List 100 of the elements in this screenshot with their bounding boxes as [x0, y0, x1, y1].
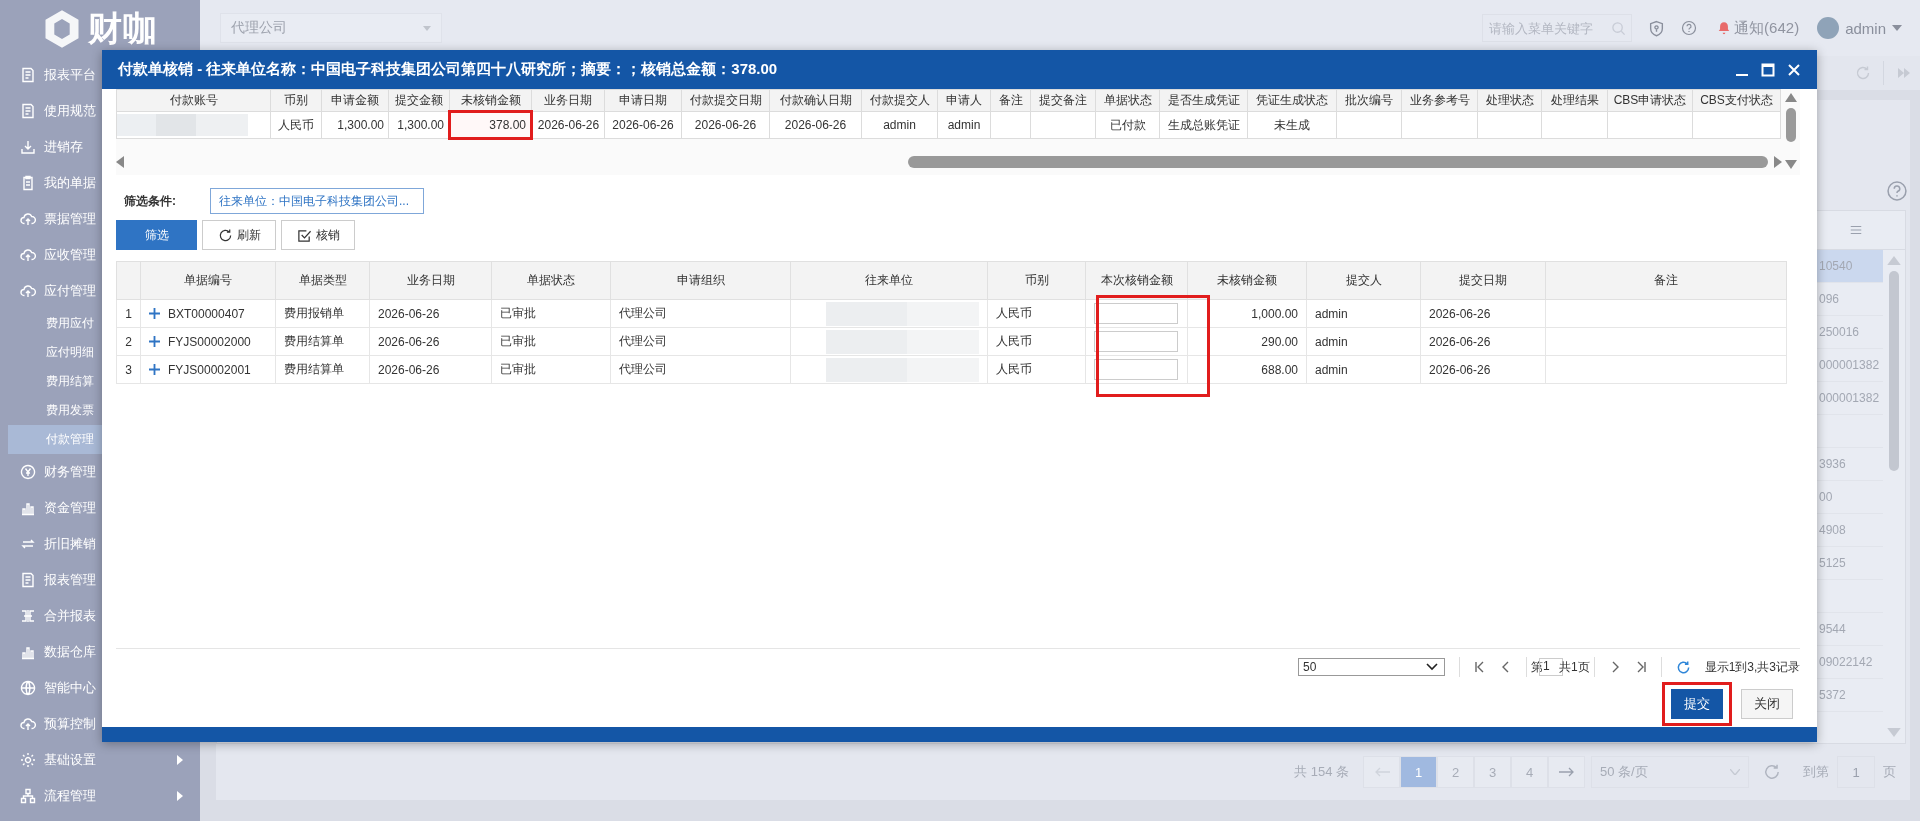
filter-field[interactable]: 往来单位：中国电子科技集团公司...: [210, 188, 424, 214]
avatar: [1817, 17, 1840, 39]
table-cell: 1,000.00: [1187, 299, 1307, 328]
column-header: 付款账号: [116, 89, 271, 112]
column-header: 申请金额: [321, 89, 389, 112]
table-cell: 已审批: [491, 299, 611, 328]
sidebar-item[interactable]: 资金管理: [0, 490, 200, 526]
column-header: CBS申请状态: [1607, 89, 1693, 112]
sidebar-item[interactable]: 预算控制: [0, 706, 200, 742]
scroll-left-icon[interactable]: [116, 156, 124, 168]
column-header: 批次编号: [1336, 89, 1402, 112]
column-header: 单据类型: [275, 261, 370, 300]
sidebar-item[interactable]: 折旧摊销: [0, 526, 200, 562]
plus-icon[interactable]: [149, 364, 160, 375]
column-header: 是否生成凭证: [1159, 89, 1248, 112]
column-header: 备注: [1545, 261, 1787, 300]
table-cell: 2026-06-26: [1420, 327, 1546, 356]
table-cell: 2026-06-26: [604, 111, 682, 139]
menu-icon[interactable]: [1849, 223, 1863, 237]
page-input[interactable]: 1: [1837, 756, 1875, 788]
table-cell: 代理公司: [610, 327, 791, 356]
table-cell: 已审批: [491, 355, 611, 384]
amount-input[interactable]: [1094, 359, 1178, 380]
filter-button[interactable]: 筛选: [116, 220, 197, 250]
row-number: 1: [116, 299, 141, 328]
page-size-select[interactable]: 50 条/页: [1591, 756, 1749, 788]
sidebar-item[interactable]: 基础设置: [0, 742, 200, 778]
column-header: 业务日期: [369, 261, 492, 300]
amount-input[interactable]: [1094, 331, 1178, 352]
scroll-up-icon[interactable]: [1785, 93, 1797, 102]
document-icon: [20, 67, 36, 83]
caret-icon: [176, 791, 184, 801]
document-icon: [20, 103, 36, 119]
column-header: 未核销金额: [449, 89, 532, 112]
next-page-button[interactable]: [1548, 756, 1585, 788]
table-cell: 2026-06-26: [769, 111, 862, 139]
refresh-button[interactable]: 刷新: [202, 220, 276, 250]
column-header: 币别: [987, 261, 1086, 300]
record-summary: 显示1到3,共3记录: [1704, 658, 1800, 676]
page-button[interactable]: 2: [1437, 756, 1474, 788]
table-cell: 生成总账凭证: [1159, 111, 1248, 139]
submit-button[interactable]: 提交: [1671, 689, 1723, 719]
chevron-down-icon: [1425, 663, 1438, 671]
shield-icon[interactable]: [1648, 19, 1666, 37]
table-cell: admin: [1306, 355, 1421, 384]
sidebar-item[interactable]: 流程管理: [0, 778, 200, 814]
plus-icon[interactable]: [149, 336, 160, 347]
bell-icon: [1717, 21, 1732, 35]
writeoff-button[interactable]: 核销: [281, 220, 355, 250]
table-cell: 2026-06-26: [369, 327, 492, 356]
company-select[interactable]: 代理公司: [220, 13, 442, 43]
column-header: CBS支付状态: [1692, 89, 1781, 112]
scrollbar-thumb[interactable]: [1889, 271, 1899, 471]
scrollbar-thumb[interactable]: [908, 156, 1768, 168]
page-button[interactable]: 4: [1511, 756, 1548, 788]
scroll-right-icon[interactable]: [1774, 156, 1782, 168]
table-cell: 已审批: [491, 327, 611, 356]
close-icon[interactable]: [1787, 62, 1801, 77]
sidebar-item[interactable]: 财务管理: [0, 454, 200, 490]
table-cell: admin: [1306, 299, 1421, 328]
scroll-down-icon[interactable]: [1785, 160, 1797, 169]
globe-icon: [20, 680, 36, 696]
search-icon: [1611, 20, 1627, 36]
right-arrow-icon: [1558, 767, 1575, 777]
column-header: 备注: [990, 89, 1031, 112]
sidebar-item[interactable]: 报表管理: [0, 562, 200, 598]
column-header: 付款确认日期: [769, 89, 862, 112]
goto-label: 到第: [1803, 763, 1829, 781]
maximize-icon[interactable]: [1761, 62, 1775, 77]
column-header: 币别: [270, 89, 322, 112]
help-icon[interactable]: [1886, 180, 1908, 202]
first-page-icon[interactable]: [1473, 661, 1486, 673]
plus-icon[interactable]: [149, 308, 160, 319]
cloud-upload-icon: [20, 283, 36, 299]
notifications-link[interactable]: 通知(642): [1717, 18, 1800, 38]
close-button[interactable]: 关闭: [1741, 689, 1793, 719]
user-menu[interactable]: admin: [1817, 17, 1902, 39]
table-cell: 2026-06-26: [369, 299, 492, 328]
sidebar-item[interactable]: 数据仓库: [0, 634, 200, 670]
column-header: 申请人: [937, 89, 991, 112]
sidebar-item[interactable]: 智能中心: [0, 670, 200, 706]
cloud-upload-icon: [20, 716, 36, 732]
table-cell: 费用报销单: [275, 299, 370, 328]
help-icon[interactable]: [1681, 20, 1698, 36]
table-cell: 2026-06-26: [681, 111, 770, 139]
page-button[interactable]: 3: [1474, 756, 1511, 788]
table-cell: 290.00: [1187, 327, 1307, 356]
table-cell: 688.00: [1187, 355, 1307, 384]
page-size-select[interactable]: 50: [1297, 658, 1445, 676]
sidebar-item[interactable]: 合并报表: [0, 598, 200, 634]
column-header: 申请日期: [604, 89, 682, 112]
page-button[interactable]: 1: [1400, 756, 1437, 788]
bar-chart-icon: [20, 500, 36, 516]
refresh-icon[interactable]: [1675, 659, 1691, 675]
amount-input[interactable]: [1094, 303, 1178, 324]
table-cell: 378.00: [449, 111, 532, 139]
table-cell: 已付款: [1095, 111, 1160, 139]
scrollbar-thumb[interactable]: [1786, 108, 1796, 142]
row-number: 2: [116, 327, 141, 356]
sidebar-item[interactable]: 进销存: [0, 129, 200, 165]
